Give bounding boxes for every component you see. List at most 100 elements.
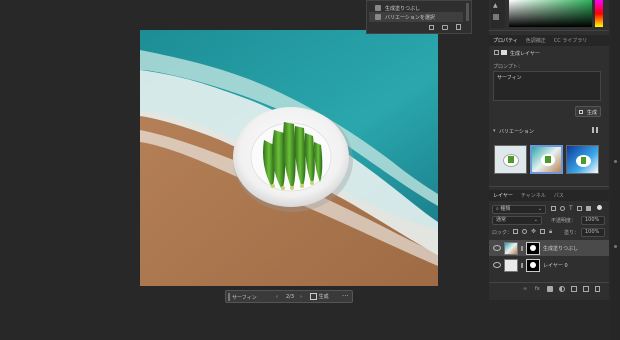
generate-icon bbox=[579, 110, 583, 114]
tab-paths[interactable]: パス bbox=[554, 192, 564, 199]
filter-kind-select[interactable]: ⌕ 種類 ⌄ bbox=[492, 205, 546, 214]
filter-type-icon[interactable]: T bbox=[569, 206, 573, 212]
layer-type-label: 生成レイヤー bbox=[510, 51, 540, 57]
contextual-task-bar: サーフィン ‹ 2/3 › 生成 ··· bbox=[225, 290, 353, 303]
layer-row-selected[interactable]: 生成塗りつぶし bbox=[489, 240, 609, 256]
grid-view-icon[interactable] bbox=[592, 127, 598, 133]
chevron-down-icon: ⌄ bbox=[533, 217, 538, 223]
thumb-okra bbox=[508, 156, 514, 163]
filter-adjustment-icon[interactable] bbox=[560, 206, 565, 211]
prompt-field[interactable]: サーフィン bbox=[493, 71, 601, 101]
thumb-okra bbox=[581, 157, 586, 164]
history-snapshot-icon bbox=[375, 5, 381, 11]
filter-smartobject-icon[interactable] bbox=[586, 206, 591, 211]
layer-style-icon[interactable]: fx bbox=[535, 286, 540, 292]
generate-icon bbox=[310, 293, 317, 300]
right-panel: ▲ プロパティ 色調補正 CC ライブラリ 生成レイヤー プロンプト： サーフィ… bbox=[489, 0, 609, 300]
history-item[interactable]: バリエーションを選択 bbox=[369, 12, 463, 22]
history-snapshot-icon bbox=[375, 14, 381, 20]
generate-button[interactable]: 生成 bbox=[575, 106, 601, 117]
layer-name[interactable]: レイヤー 0 bbox=[543, 262, 568, 269]
lock-position-icon[interactable]: ✥ bbox=[531, 228, 536, 235]
opacity-label: 不透明度： bbox=[551, 218, 577, 224]
lock-artboard-icon[interactable] bbox=[540, 229, 545, 234]
variation-thumbnail-selected[interactable] bbox=[530, 145, 563, 174]
layer-mask-thumbnail[interactable] bbox=[526, 241, 540, 255]
prompt-label: プロンプト： bbox=[493, 64, 523, 70]
chevron-down-icon: ⌄ bbox=[537, 206, 542, 212]
new-document-icon[interactable] bbox=[429, 25, 434, 30]
color-field[interactable] bbox=[509, 0, 592, 27]
tab-channels[interactable]: チャンネル bbox=[521, 192, 546, 199]
visibility-eye-icon[interactable] bbox=[493, 245, 501, 251]
layer-mask-thumbnail[interactable] bbox=[526, 258, 540, 272]
layer-thumbnail bbox=[504, 258, 518, 272]
gamut-warning-icon: ▲ bbox=[493, 2, 498, 9]
tab-properties[interactable]: プロパティ bbox=[493, 37, 518, 44]
opacity-value: 100% bbox=[585, 217, 600, 223]
canvas-image bbox=[140, 30, 438, 286]
link-icon[interactable] bbox=[521, 262, 523, 268]
delete-layer-icon[interactable] bbox=[595, 286, 600, 292]
variation-thumbnail[interactable] bbox=[566, 145, 599, 174]
layer-thumbnail bbox=[504, 241, 518, 255]
lock-transparent-icon[interactable] bbox=[513, 229, 518, 234]
next-variation-button[interactable]: › bbox=[300, 294, 302, 300]
previous-variation-button[interactable]: ‹ bbox=[276, 294, 278, 300]
blend-mode-value: 通常 bbox=[496, 217, 507, 223]
mask-icon bbox=[501, 50, 507, 55]
history-scrollbar[interactable] bbox=[466, 3, 469, 21]
drag-handle[interactable] bbox=[228, 293, 230, 301]
tab-layers[interactable]: レイヤー bbox=[493, 192, 513, 199]
collapse-chevron-icon[interactable]: ▾ bbox=[493, 128, 496, 134]
history-item-label: 生成塗りつぶし bbox=[385, 5, 421, 12]
hue-slider[interactable] bbox=[595, 0, 603, 27]
filter-toggle-icon[interactable] bbox=[597, 205, 602, 210]
variations-label: バリエーション bbox=[499, 129, 534, 135]
more-options-button[interactable]: ··· bbox=[342, 292, 349, 300]
new-group-icon[interactable] bbox=[571, 286, 577, 292]
panel-dock-edge bbox=[611, 0, 620, 340]
opacity-field[interactable]: 100% bbox=[581, 216, 605, 225]
history-panel: 生成塗りつぶし バリエーションを選択 bbox=[366, 0, 472, 34]
context-prompt-text[interactable]: サーフィン bbox=[232, 294, 257, 301]
fill-field[interactable]: 100% bbox=[581, 228, 605, 237]
context-generate-label: 生成 bbox=[318, 294, 329, 300]
lock-label: ロック： bbox=[492, 230, 513, 236]
generative-layer-icon bbox=[494, 50, 499, 55]
web-color-swatch[interactable] bbox=[493, 14, 499, 20]
filter-pixel-icon[interactable] bbox=[551, 206, 556, 211]
link-layers-icon[interactable]: ∞ bbox=[523, 286, 527, 292]
filter-shape-icon[interactable] bbox=[577, 206, 582, 211]
fill-label: 塗り： bbox=[564, 230, 580, 236]
blend-mode-select[interactable]: 通常 ⌄ bbox=[492, 216, 542, 225]
layer-name[interactable]: 生成塗りつぶし bbox=[543, 245, 578, 252]
variation-thumbnail[interactable] bbox=[494, 145, 527, 174]
lock-all-icon[interactable]: 🔒︎ bbox=[549, 228, 552, 236]
document-canvas[interactable] bbox=[140, 30, 438, 286]
filter-kind-value: 種類 bbox=[500, 206, 511, 212]
generate-label: 生成 bbox=[587, 110, 598, 116]
link-icon[interactable] bbox=[521, 245, 523, 251]
layer-row[interactable]: レイヤー 0 bbox=[489, 257, 609, 273]
prompt-text: サーフィン bbox=[497, 75, 522, 81]
thumb-okra bbox=[545, 156, 551, 163]
tab-adjustments[interactable]: 色調補正 bbox=[526, 37, 546, 44]
dock-handle[interactable] bbox=[614, 245, 617, 248]
context-generate-button[interactable]: 生成 bbox=[310, 293, 329, 300]
history-item-label: バリエーションを選択 bbox=[385, 14, 435, 21]
new-layer-icon[interactable] bbox=[583, 286, 589, 292]
visibility-eye-icon[interactable] bbox=[493, 262, 501, 268]
tab-cc-libraries[interactable]: CC ライブラリ bbox=[554, 37, 588, 44]
trash-icon[interactable] bbox=[456, 24, 461, 30]
add-mask-icon[interactable] bbox=[547, 286, 553, 292]
adjustment-layer-icon[interactable] bbox=[559, 286, 565, 292]
variation-counter: 2/3 bbox=[286, 294, 295, 300]
camera-icon[interactable] bbox=[442, 25, 448, 30]
layers-tabbar: レイヤー チャンネル パス bbox=[489, 190, 609, 201]
dock-handle[interactable] bbox=[614, 160, 617, 163]
color-tools: ▲ bbox=[491, 0, 505, 28]
lock-image-icon[interactable] bbox=[522, 229, 527, 234]
fill-value: 100% bbox=[585, 229, 600, 235]
properties-tabbar: プロパティ 色調補正 CC ライブラリ bbox=[489, 35, 609, 46]
